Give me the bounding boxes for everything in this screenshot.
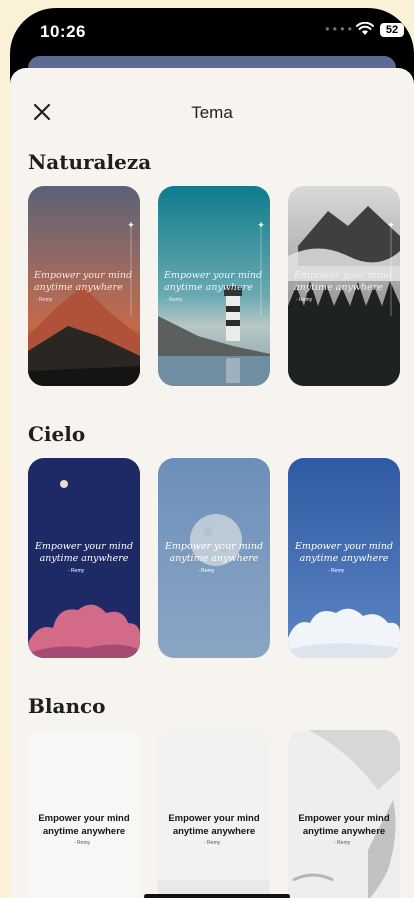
naturaleza-row: ✦ Empower your mind anytime anywhere - Re… <box>28 186 414 386</box>
sheet-title: Tema <box>191 103 233 122</box>
theme-card-moon[interactable]: Empower your mind anytime anywhere - Remy <box>158 458 270 658</box>
svg-text:✦: ✦ <box>127 220 135 230</box>
card-author: - Remy <box>68 568 85 574</box>
card-quote: Empower your mind anytime anywhere <box>294 541 394 564</box>
theme-card-forest[interactable]: ✦ Empower your mind anytime anywhere - Re… <box>288 186 400 386</box>
card-quote: Empower your mind anytime anywhere <box>168 813 260 837</box>
theme-sheet: Tema Naturaleza ✦ Empower your mind anyt… <box>10 68 414 898</box>
svg-text:✦: ✦ <box>387 220 395 230</box>
card-author: - Remy <box>334 840 351 846</box>
card-author: - Remy <box>36 297 53 303</box>
card-quote: Empower your mind anytime anywhere <box>34 541 134 564</box>
phone-screen: 10:26 • • • • 52 Tema Naturaleza ✦ Empow… <box>10 8 414 898</box>
card-author: - Remy <box>296 297 313 303</box>
cielo-row: Empower your mind anytime anywhere - Remy <box>28 458 414 658</box>
card-author: - Remy <box>328 568 345 574</box>
theme-card-white-plain[interactable]: Empower your mind anytime anywhere - Remy <box>28 730 140 898</box>
theme-card-mountain[interactable]: ✦ Empower your mind anytime anywhere - Re… <box>28 186 140 386</box>
card-author: - Remy <box>166 297 183 303</box>
theme-card-sky[interactable]: Empower your mind anytime anywhere - Remy <box>288 458 400 658</box>
wifi-icon <box>356 21 374 41</box>
card-quote: Empower your mind anytime anywhere <box>38 813 130 837</box>
status-time: 10:26 <box>40 22 86 41</box>
theme-card-white-soft[interactable]: Empower your mind anytime anywhere - Remy <box>158 730 270 898</box>
theme-card-lighthouse[interactable]: ✦ Empower your mind anytime anywhere - Re… <box>158 186 270 386</box>
card-quote: Empower your mind anytime anywhere <box>298 813 390 837</box>
svg-text:✦: ✦ <box>257 220 265 230</box>
section-title-cielo: Cielo <box>28 422 86 446</box>
theme-card-white-leaves[interactable]: Empower your mind anytime anywhere - Remy <box>288 730 400 898</box>
theme-card-night[interactable]: Empower your mind anytime anywhere - Remy <box>28 458 140 658</box>
card-quote: Empower your mind anytime anywhere <box>164 541 264 564</box>
card-author: - Remy <box>74 840 91 846</box>
card-quote: Empower your mind anytime anywhere <box>294 270 393 293</box>
blanco-row: Empower your mind anytime anywhere - Remy… <box>28 730 414 898</box>
signal-icon: • • • • <box>325 22 352 36</box>
home-indicator[interactable] <box>144 894 290 898</box>
card-quote: Empower your mind anytime anywhere <box>34 270 133 293</box>
battery-indicator: 52 <box>380 23 404 37</box>
card-author: - Remy <box>204 840 221 846</box>
section-title-blanco: Blanco <box>28 694 106 718</box>
card-author: - Remy <box>198 568 215 574</box>
card-quote: Empower your mind anytime anywhere <box>164 270 263 293</box>
section-title-naturaleza: Naturaleza <box>28 150 152 174</box>
